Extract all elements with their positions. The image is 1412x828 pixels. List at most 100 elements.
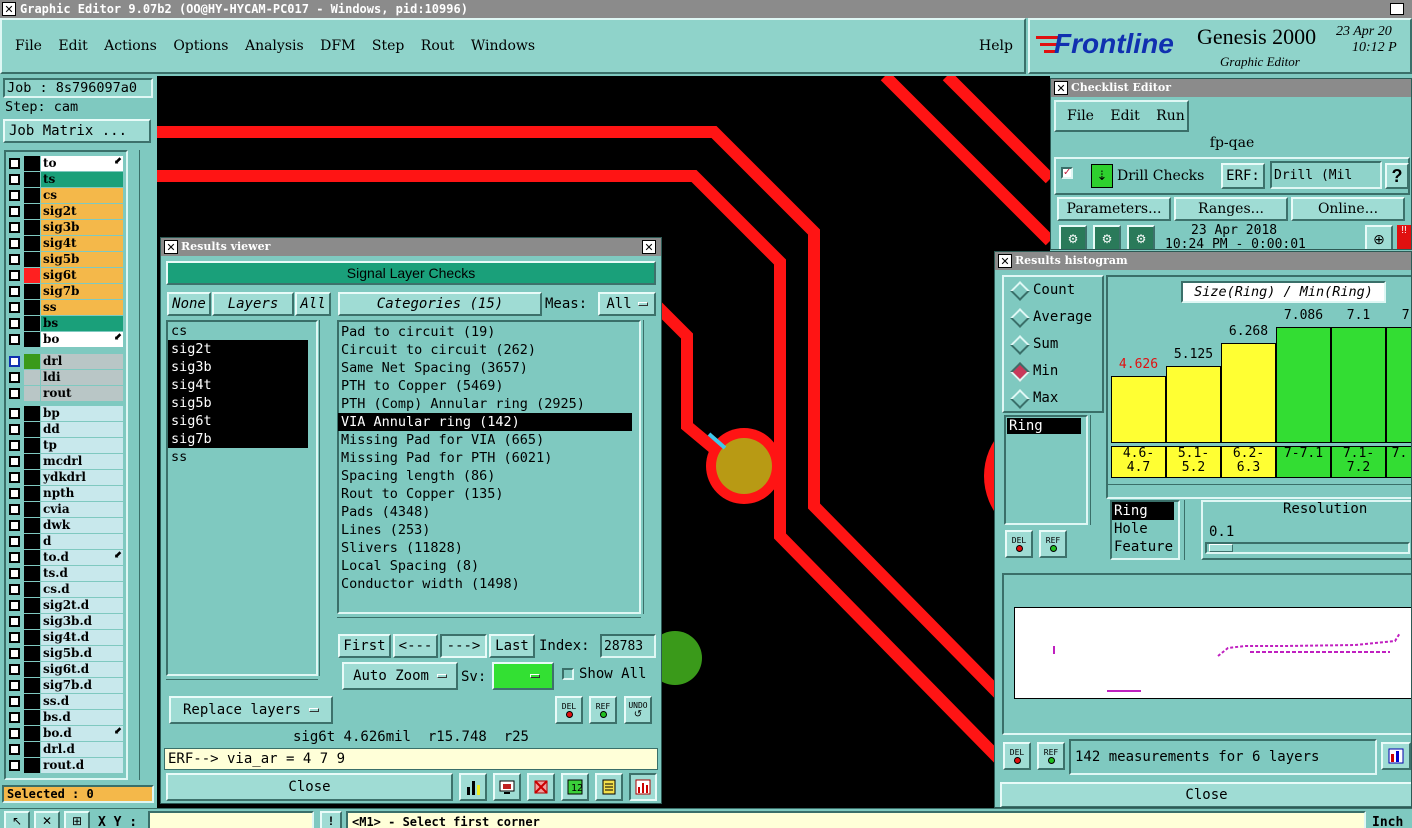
layer-checkbox[interactable] xyxy=(9,536,20,547)
menu-actions[interactable]: Actions xyxy=(104,38,157,54)
result-layer-item[interactable]: sig5b xyxy=(168,394,308,412)
attr-choice-item[interactable]: Feature xyxy=(1112,538,1174,556)
misc-layer-row[interactable]: cvia xyxy=(6,502,124,517)
menu-rout[interactable]: Rout xyxy=(421,38,455,54)
attr-choice-item[interactable]: Hole xyxy=(1112,520,1174,538)
mode-radio-count[interactable]: Count xyxy=(1009,280,1075,300)
help-button[interactable]: ? xyxy=(1385,163,1409,189)
menu-dfm[interactable]: DFM xyxy=(320,38,355,54)
layer-list-scrollbar[interactable] xyxy=(139,150,153,780)
category-item[interactable]: Missing Pad for PTH (6021) xyxy=(338,449,632,467)
menu-options[interactable]: Options xyxy=(173,38,228,54)
layer-checkbox[interactable] xyxy=(9,424,20,435)
layer-row[interactable]: sig4t xyxy=(6,236,124,251)
layer-checkbox[interactable] xyxy=(9,616,20,627)
layer-checkbox[interactable] xyxy=(9,372,20,383)
layer-checkbox[interactable] xyxy=(9,206,20,217)
mode-radio-average[interactable]: Average xyxy=(1009,307,1092,327)
run-action-icon-3[interactable]: ⚙ xyxy=(1127,225,1155,249)
attr-choice-item[interactable]: Ring xyxy=(1112,502,1174,520)
menu-analysis[interactable]: Analysis xyxy=(245,38,304,54)
first-button[interactable]: First xyxy=(338,634,391,658)
measurement-plot[interactable] xyxy=(1014,607,1411,699)
hist-del-icon-top[interactable]: DEL xyxy=(1005,530,1033,558)
pointer-tool-icon[interactable]: ↖ xyxy=(4,811,30,828)
category-item[interactable]: PTH (Comp) Annular ring (2925) xyxy=(338,395,632,413)
layer-checkbox[interactable] xyxy=(9,504,20,515)
del-button[interactable]: DEL xyxy=(555,696,583,724)
misc-layer-row[interactable]: sig5b.d xyxy=(6,646,124,661)
mode-radio-sum[interactable]: Sum xyxy=(1009,334,1058,354)
result-layer-item[interactable]: sig6t xyxy=(168,412,308,430)
category-item[interactable]: VIA Annular ring (142) xyxy=(338,413,632,431)
menu-file[interactable]: File xyxy=(15,38,42,54)
result-layer-item[interactable]: ss xyxy=(168,448,308,466)
prev-button[interactable]: <--- xyxy=(393,634,438,658)
bar-chart-small-icon[interactable] xyxy=(459,773,487,801)
layer-checkbox[interactable] xyxy=(9,302,20,313)
misc-layer-row[interactable]: d xyxy=(6,534,124,549)
sv-color-dropdown[interactable] xyxy=(492,662,554,690)
layer-checkbox[interactable] xyxy=(9,728,20,739)
layer-checkbox[interactable] xyxy=(9,632,20,643)
category-hscroll[interactable] xyxy=(337,617,641,629)
parameters-button[interactable]: Parameters... xyxy=(1057,197,1171,221)
category-item[interactable]: Circuit to circuit (262) xyxy=(338,341,632,359)
misc-layer-row[interactable]: ts.d xyxy=(6,566,124,581)
menu-edit[interactable]: Edit xyxy=(58,38,87,54)
category-item[interactable]: Pad to circuit (19) xyxy=(338,323,632,341)
category-item[interactable]: Lines (253) xyxy=(338,521,632,539)
display-icon[interactable] xyxy=(493,773,521,801)
result-layer-item[interactable]: cs xyxy=(168,322,308,340)
layer-checkbox[interactable] xyxy=(9,238,20,249)
layer-row[interactable]: sig6t xyxy=(6,268,124,283)
layer-checkbox[interactable] xyxy=(9,696,20,707)
layer-checkbox[interactable] xyxy=(9,664,20,675)
layer-row[interactable]: sig3b xyxy=(6,220,124,235)
layer-checkbox[interactable] xyxy=(9,388,20,399)
histogram-bar[interactable] xyxy=(1276,327,1331,443)
layer-row[interactable]: bo ⬋ xyxy=(6,332,124,347)
layer-checkbox[interactable] xyxy=(9,584,20,595)
layer-checkbox[interactable] xyxy=(9,648,20,659)
menu-help[interactable]: Help xyxy=(979,38,1013,54)
misc-layer-row[interactable]: sig6t.d xyxy=(6,662,124,677)
histogram-bar[interactable] xyxy=(1111,376,1166,443)
misc-layer-row[interactable]: ydkdrl xyxy=(6,470,124,485)
category-item[interactable]: Same Net Spacing (3657) xyxy=(338,359,632,377)
none-button[interactable]: None xyxy=(167,292,211,316)
histogram-menu-icon[interactable]: ✕ xyxy=(998,254,1012,268)
result-layer-scrollbar[interactable] xyxy=(319,320,333,676)
misc-layer-row[interactable]: ss.d xyxy=(6,694,124,709)
histogram-hscroll[interactable] xyxy=(1108,484,1411,496)
layer-row[interactable]: ts xyxy=(6,172,124,187)
ranges-button[interactable]: Ranges... xyxy=(1174,197,1288,221)
chart-export-icon[interactable] xyxy=(1381,742,1411,770)
histogram-bar[interactable] xyxy=(1221,343,1276,443)
layer-checkbox[interactable] xyxy=(9,174,20,185)
misc-layer-row[interactable]: drl.d xyxy=(6,742,124,757)
misc-layer-row[interactable]: mcdrl xyxy=(6,454,124,469)
hist-ref-button[interactable]: REF xyxy=(1037,742,1065,770)
category-item[interactable]: Local Spacing (8) xyxy=(338,557,632,575)
layers-button[interactable]: Layers xyxy=(212,292,294,316)
histogram-bar[interactable] xyxy=(1331,327,1386,443)
result-layer-hscroll[interactable] xyxy=(166,679,318,691)
drill-layer-row[interactable]: ldi xyxy=(6,370,124,385)
ref-button[interactable]: REF xyxy=(589,696,617,724)
histogram-bar[interactable] xyxy=(1386,327,1411,443)
drill-layer-row[interactable]: drl xyxy=(6,354,124,369)
layer-checkbox[interactable] xyxy=(9,456,20,467)
layer-checkbox[interactable] xyxy=(9,158,20,169)
layer-checkbox[interactable] xyxy=(9,254,20,265)
layer-checkbox[interactable] xyxy=(9,222,20,233)
layer-checkbox[interactable] xyxy=(9,712,20,723)
index-input[interactable] xyxy=(600,634,656,658)
result-layer-item[interactable]: sig4t xyxy=(168,376,308,394)
info-icon[interactable]: ! xyxy=(320,811,342,828)
category-item[interactable]: Spacing length (86) xyxy=(338,467,632,485)
results-viewer-close-button[interactable]: Close xyxy=(166,773,453,801)
layer-checkbox[interactable] xyxy=(9,552,20,563)
misc-layer-row[interactable]: bp xyxy=(6,406,124,421)
minimize-icon[interactable] xyxy=(1390,3,1404,15)
